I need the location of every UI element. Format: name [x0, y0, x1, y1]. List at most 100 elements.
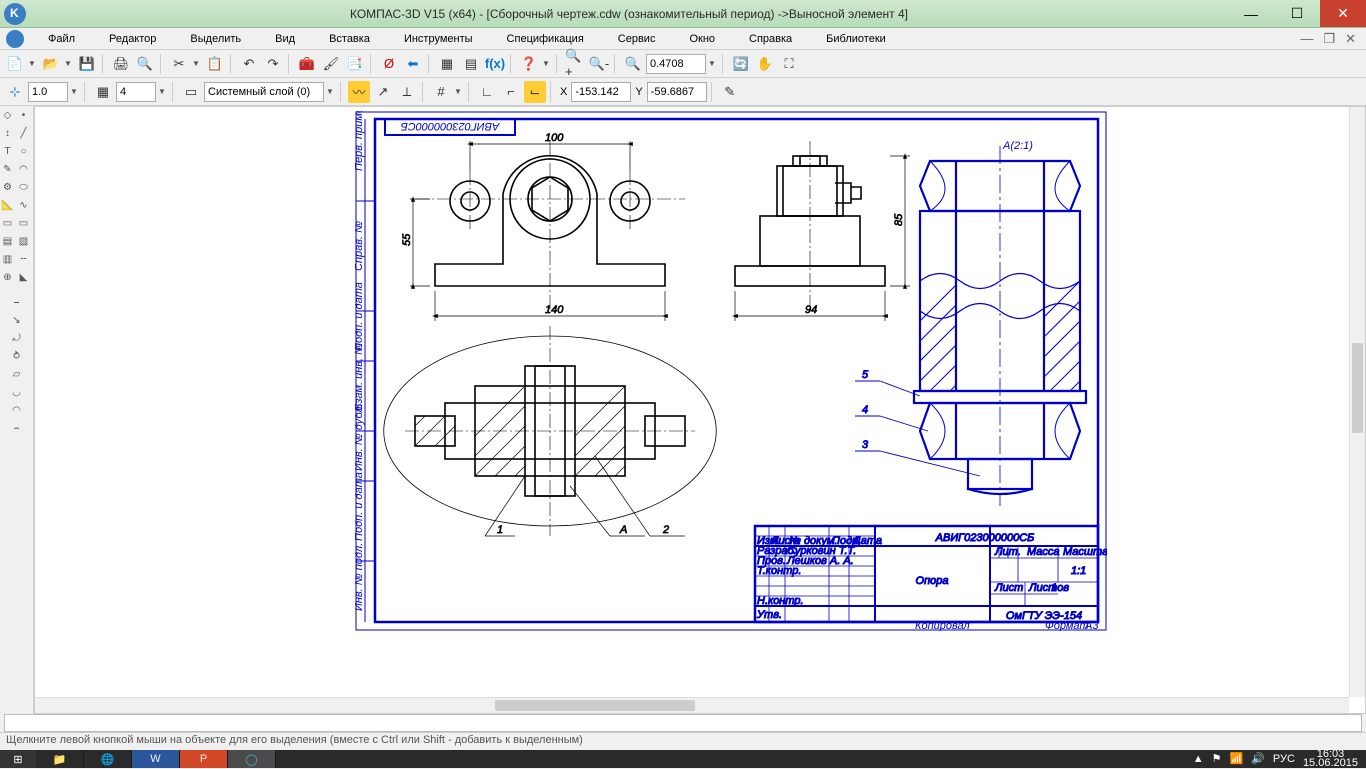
- spec-icon[interactable]: ▤: [460, 53, 482, 75]
- task-explorer[interactable]: 📁: [36, 750, 84, 768]
- new-dropdown[interactable]: ▼: [28, 59, 38, 68]
- copy-props-icon[interactable]: 📑: [344, 53, 366, 75]
- tool-aux4-icon[interactable]: ⥁: [9, 349, 24, 364]
- refresh-icon[interactable]: 🔄: [730, 53, 752, 75]
- menu-spec[interactable]: Спецификация: [491, 31, 600, 47]
- layer-select[interactable]: [204, 82, 324, 102]
- zoom-dropdown[interactable]: ▼: [708, 59, 718, 68]
- mdi-close[interactable]: ✕: [1341, 31, 1360, 47]
- zoom-input[interactable]: [646, 54, 706, 74]
- print-icon[interactable]: 🖨: [110, 53, 132, 75]
- undo-icon[interactable]: ↶: [238, 53, 260, 75]
- help-icon[interactable]: ❓: [518, 53, 540, 75]
- zoom-out-icon[interactable]: 🔍-: [588, 53, 610, 75]
- mdi-restore[interactable]: ❐: [1319, 31, 1339, 47]
- tool-dim-icon[interactable]: ↕: [0, 126, 15, 141]
- menu-file[interactable]: Файл: [32, 31, 91, 47]
- task-word[interactable]: W: [132, 750, 180, 768]
- tool-circle-icon[interactable]: ○: [16, 144, 31, 159]
- menu-tools[interactable]: Инструменты: [388, 31, 489, 47]
- save-icon[interactable]: 💾: [76, 53, 98, 75]
- start-button[interactable]: ⊞: [0, 750, 36, 768]
- menu-edit[interactable]: Редактор: [93, 31, 172, 47]
- menu-help[interactable]: Справка: [733, 31, 808, 47]
- fit-icon[interactable]: ⛶: [778, 53, 800, 75]
- menu-service[interactable]: Сервис: [602, 31, 672, 47]
- app-menu-icon[interactable]: [6, 30, 24, 48]
- properties-icon[interactable]: 🧰: [296, 53, 318, 75]
- tool-point-icon[interactable]: •: [16, 108, 31, 123]
- tool-measure-icon[interactable]: 📐: [0, 198, 15, 213]
- mdi-minimize[interactable]: —: [1296, 31, 1317, 47]
- tool-spline-icon[interactable]: ∿: [16, 198, 31, 213]
- grid-icon[interactable]: ▦: [92, 81, 114, 103]
- task-ppt[interactable]: P: [180, 750, 228, 768]
- tool-axis-icon[interactable]: ╌: [16, 252, 31, 267]
- style-icon[interactable]: 〰: [348, 81, 370, 103]
- snap-step-input[interactable]: [28, 82, 68, 102]
- open-icon[interactable]: 📂: [40, 53, 62, 75]
- zoom-in-icon[interactable]: 🔍+: [564, 53, 586, 75]
- tool-chamfer-icon[interactable]: ◣: [16, 270, 31, 285]
- coord-y-input[interactable]: [647, 82, 707, 102]
- drawing-canvas[interactable]: Перв. примен. Справ. № Подп. и дата Взам…: [34, 106, 1366, 714]
- pan-icon[interactable]: ✋: [754, 53, 776, 75]
- tool-arc-icon[interactable]: ◠: [16, 162, 31, 177]
- tool-aux8-icon[interactable]: ⌢: [9, 421, 24, 436]
- cancel-icon[interactable]: Ø: [378, 53, 400, 75]
- grid2-icon[interactable]: #: [430, 81, 452, 103]
- copy-icon[interactable]: 📋: [204, 53, 226, 75]
- layer-icon[interactable]: ▭: [180, 81, 202, 103]
- tool-insert-icon[interactable]: ⊕: [0, 270, 15, 285]
- style2-icon[interactable]: ↗: [372, 81, 394, 103]
- system-tray[interactable]: ▲ ⚑ 📶 🔊 РУС 16:0315.06.2015: [1185, 750, 1366, 768]
- style3-icon[interactable]: ⟂: [396, 81, 418, 103]
- back-icon[interactable]: ⬅: [402, 53, 424, 75]
- tool-param-icon[interactable]: ⚙: [0, 180, 15, 195]
- snap2-icon[interactable]: ⌐: [500, 81, 522, 103]
- tool-hatch-icon[interactable]: ▨: [16, 234, 31, 249]
- ortho-icon[interactable]: ⊹: [4, 81, 26, 103]
- vertical-scrollbar[interactable]: [1349, 107, 1365, 697]
- maximize-button[interactable]: ☐: [1274, 0, 1320, 27]
- tool-aux7-icon[interactable]: ◠: [9, 403, 24, 418]
- tool-aux2-icon[interactable]: ↘: [9, 313, 24, 328]
- new-icon[interactable]: 📄: [4, 53, 26, 75]
- tool-edit-icon[interactable]: ✎: [0, 162, 15, 177]
- cut-icon[interactable]: ✂: [168, 53, 190, 75]
- open-dropdown[interactable]: ▼: [64, 59, 74, 68]
- vars-icon[interactable]: f(x): [484, 53, 506, 75]
- tool-geometry-icon[interactable]: ◇: [0, 108, 15, 123]
- menu-view[interactable]: Вид: [259, 31, 311, 47]
- tool-rect-icon[interactable]: ▭: [16, 216, 31, 231]
- menu-lib[interactable]: Библиотеки: [810, 31, 902, 47]
- menu-insert[interactable]: Вставка: [313, 31, 386, 47]
- coord-x-input[interactable]: [571, 82, 631, 102]
- edit-icon[interactable]: ✎: [719, 81, 741, 103]
- tool-aux1-icon[interactable]: ⎯: [9, 295, 24, 310]
- angle-icon[interactable]: ∟: [476, 81, 498, 103]
- tool-ellipse-icon[interactable]: ⬭: [16, 180, 31, 195]
- message-bar[interactable]: [4, 714, 1362, 732]
- tool-report-icon[interactable]: ▥: [0, 252, 15, 267]
- tool-aux6-icon[interactable]: ◡: [9, 385, 24, 400]
- menu-select[interactable]: Выделить: [174, 31, 257, 47]
- snap3-icon[interactable]: ⌙: [524, 81, 546, 103]
- tool-aux3-icon[interactable]: ⤾: [9, 331, 24, 346]
- redo-icon[interactable]: ↷: [262, 53, 284, 75]
- tool-spec-icon[interactable]: ▤: [0, 234, 15, 249]
- task-kompas[interactable]: ◯: [228, 750, 276, 768]
- brush-icon[interactable]: 🖌: [320, 53, 342, 75]
- tool-aux5-icon[interactable]: ▱: [9, 367, 24, 382]
- close-button[interactable]: ✕: [1320, 0, 1366, 27]
- manager-icon[interactable]: ▦: [436, 53, 458, 75]
- tool-select-icon[interactable]: ▭: [0, 216, 15, 231]
- minimize-button[interactable]: —: [1228, 0, 1274, 27]
- menu-window[interactable]: Окно: [673, 31, 731, 47]
- tool-line-icon[interactable]: ╱: [16, 126, 31, 141]
- grid-step-input[interactable]: [116, 82, 156, 102]
- preview-icon[interactable]: 🔍: [134, 53, 156, 75]
- task-chrome[interactable]: 🌐: [84, 750, 132, 768]
- zoom-window-icon[interactable]: 🔍: [622, 53, 644, 75]
- tool-text-icon[interactable]: T: [0, 144, 15, 159]
